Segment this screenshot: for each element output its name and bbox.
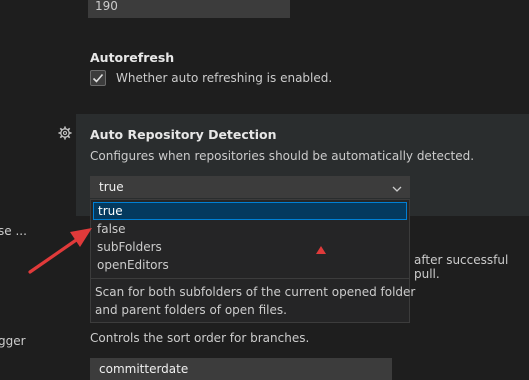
annotation-arrow-icon — [28, 228, 326, 274]
